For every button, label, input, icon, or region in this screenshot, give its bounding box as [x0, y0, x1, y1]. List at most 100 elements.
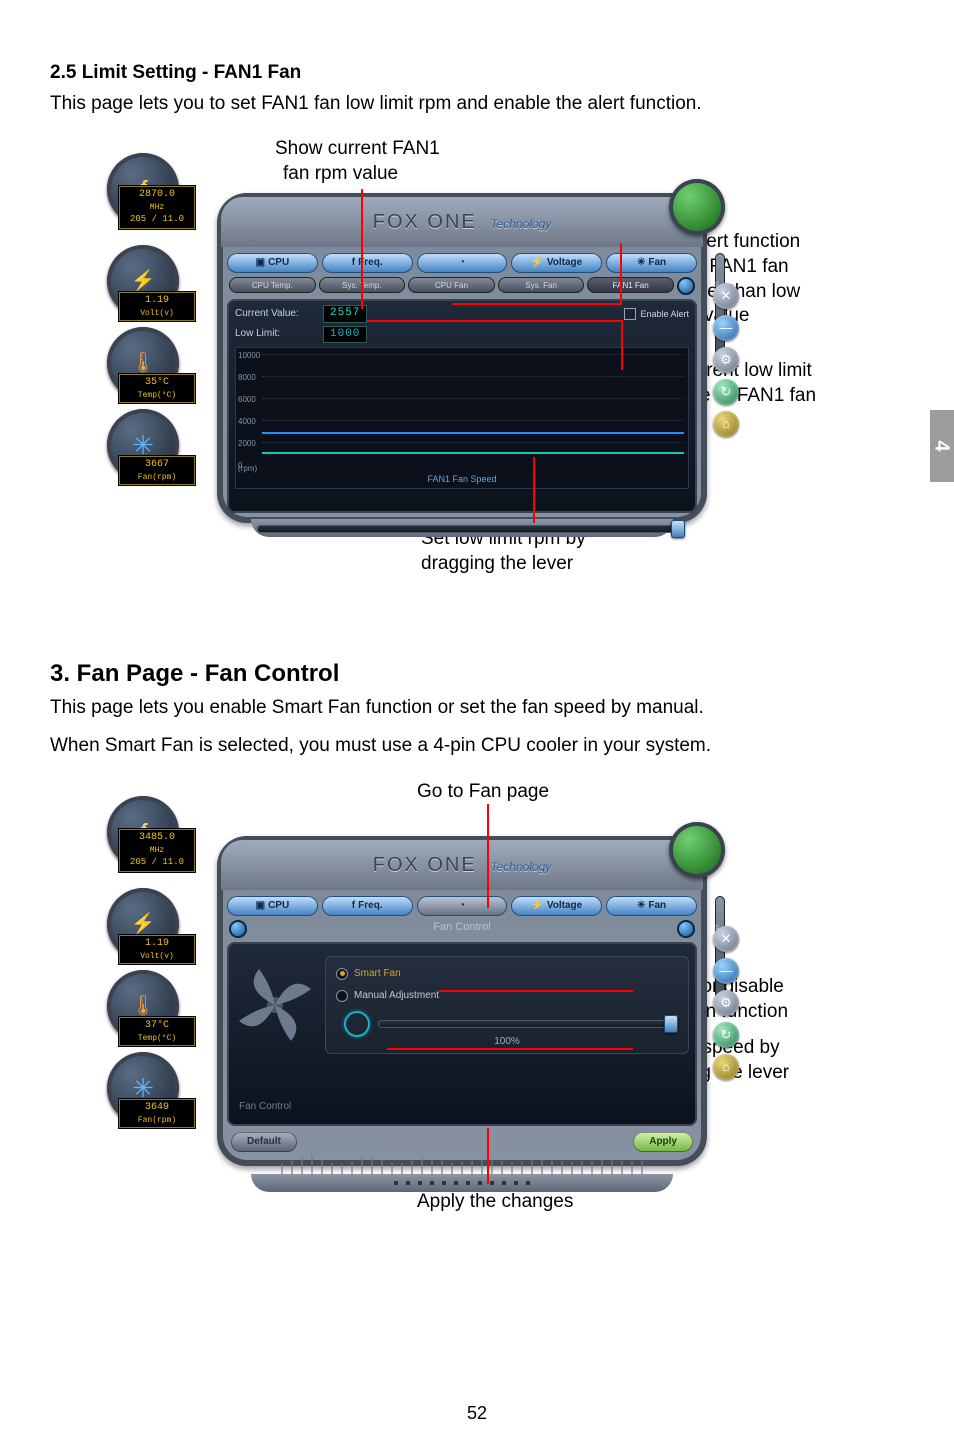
- dial-fan[interactable]: ✳ 3667 Fan(rpm): [107, 409, 187, 481]
- refresh-orb[interactable]: ↻: [713, 1022, 739, 1048]
- section-2-p1: This page lets you enable Smart Fan func…: [50, 695, 904, 722]
- subtab-cpu-temp[interactable]: CPU Temp.: [229, 277, 316, 293]
- minimize-orb[interactable]: —: [713, 315, 739, 341]
- home-orb[interactable]: ⌂: [713, 1054, 739, 1080]
- dial-freq-extra: 205 / 11.0: [130, 857, 184, 867]
- close-orb[interactable]: ✕: [713, 283, 739, 309]
- info-orb[interactable]: [677, 277, 695, 295]
- home-orb[interactable]: ⌂: [713, 411, 739, 437]
- subtab-sys-fan[interactable]: Sys. Fan: [498, 277, 585, 293]
- brand-logo: FOX ONE Technology: [373, 851, 552, 879]
- tab-freq[interactable]: fFreq.: [322, 253, 413, 273]
- orb-rail: ✕ — ⚙ ↻ ⌂: [709, 926, 743, 1080]
- dial-fan-value: 3649: [145, 1102, 169, 1113]
- globe-icon[interactable]: [669, 822, 725, 878]
- tab-freq-label: Freq.: [358, 899, 382, 913]
- fan-icon: ✳: [637, 256, 645, 270]
- y-unit: (rpm): [238, 463, 257, 474]
- subtab-cpu-fan[interactable]: CPU Fan: [408, 277, 495, 293]
- enable-alert-label: Enable Alert: [640, 308, 689, 321]
- globe-icon[interactable]: [669, 179, 725, 235]
- fan-box: Smart Fan Manual Adjustment: [235, 956, 689, 1054]
- dial-fan[interactable]: ✳ 3649 Fan(rpm): [107, 1052, 187, 1124]
- manual-fan-label: Manual Adjustment: [354, 989, 439, 1003]
- dial-volt[interactable]: ⚡ 1.19 Volt(v): [107, 245, 187, 317]
- leader-line: [533, 457, 535, 523]
- dot-strip: [251, 1174, 673, 1192]
- tab-freq[interactable]: fFreq.: [322, 896, 413, 916]
- thermometer-icon: 🌡: [130, 992, 155, 1020]
- slider-knob[interactable]: [664, 1015, 678, 1033]
- enable-alert[interactable]: Enable Alert: [624, 308, 689, 321]
- dial-volt-value: 1.19: [145, 295, 169, 306]
- dial-temp[interactable]: 🌡 37°C Temp(°C): [107, 970, 187, 1042]
- refresh-orb[interactable]: ↻: [713, 379, 739, 405]
- main-tab-row: ▣CPU fFreq. ◔ ⚡Voltage ✳Fan: [227, 896, 697, 916]
- side-dial-strip: f 2870.0 MHz 205 / 11.0 ⚡ 1.19 Volt(v) �: [107, 153, 217, 553]
- fan-speed-slider[interactable]: [378, 1020, 678, 1028]
- minimize-orb[interactable]: —: [713, 958, 739, 984]
- info-orb-left[interactable]: [229, 920, 247, 938]
- caption-apply: Apply the changes: [417, 1190, 573, 1215]
- leader-line: [452, 303, 622, 305]
- low-limit-label: Low Limit:: [235, 327, 315, 341]
- lowlimit-line: [262, 452, 684, 454]
- brand-text: FOX ONE: [373, 854, 477, 876]
- loop-icon: [344, 1011, 370, 1037]
- tab-limit[interactable]: ◔: [417, 896, 508, 916]
- home-icon: ⌂: [722, 1058, 730, 1076]
- tab-limit[interactable]: ◔: [417, 253, 508, 273]
- fan-blade-graphic: [235, 965, 315, 1045]
- refresh-icon: ↻: [721, 1026, 732, 1044]
- radio-icon[interactable]: [336, 990, 348, 1002]
- tab-fan[interactable]: ✳Fan: [606, 896, 697, 916]
- dial-temp-value: 37°C: [145, 1020, 169, 1031]
- dial-fan-value: 3667: [145, 459, 169, 470]
- tab-cpu[interactable]: ▣CPU: [227, 253, 318, 273]
- ytick: 2000: [238, 438, 256, 449]
- side-dial-strip: f 3485.0 MHz 205 / 11.0 ⚡ 1.19 Volt(v) �: [107, 796, 217, 1196]
- default-button[interactable]: Default: [231, 1132, 297, 1152]
- tab-fan-label: Fan: [648, 256, 666, 270]
- low-limit-value: 1000: [323, 326, 367, 343]
- dial-freq[interactable]: f 2870.0 MHz 205 / 11.0: [107, 153, 187, 225]
- device-panel-limit: f 2870.0 MHz 205 / 11.0 ⚡ 1.19 Volt(v) �: [217, 193, 707, 523]
- subtab-fan1[interactable]: FAN1 Fan: [587, 277, 674, 293]
- slider-knob[interactable]: [671, 520, 685, 538]
- dial-volt[interactable]: ⚡ 1.19 Volt(v): [107, 888, 187, 960]
- config-orb[interactable]: ⚙: [713, 990, 739, 1016]
- tab-voltage[interactable]: ⚡Voltage: [511, 253, 602, 273]
- section-2-title: 3. Fan Page - Fan Control: [50, 657, 904, 691]
- current-value-label: Current Value:: [235, 307, 315, 321]
- smart-fan-option[interactable]: Smart Fan: [336, 967, 678, 981]
- tab-voltage[interactable]: ⚡Voltage: [511, 896, 602, 916]
- dial-freq-unit: MHz: [122, 202, 192, 213]
- config-orb[interactable]: ⚙: [713, 347, 739, 373]
- brand-sub: Technology: [490, 217, 551, 231]
- info-orb-right[interactable]: [677, 920, 695, 938]
- radio-selected-icon[interactable]: [336, 968, 348, 980]
- tab-cpu-label: CPU: [268, 256, 289, 270]
- figure-fan-control: Go to Fan page Enable or disable smart f…: [57, 780, 897, 1280]
- apply-button[interactable]: Apply: [633, 1132, 693, 1152]
- checkbox-icon[interactable]: [624, 308, 636, 320]
- dial-freq-extra: 205 / 11.0: [130, 214, 184, 224]
- dial-freq[interactable]: f 3485.0 MHz 205 / 11.0: [107, 796, 187, 868]
- close-orb[interactable]: ✕: [713, 926, 739, 952]
- ytick: 6000: [238, 394, 256, 405]
- tab-cpu[interactable]: ▣CPU: [227, 896, 318, 916]
- fan-inner-panel: Smart Fan Manual Adjustment: [227, 942, 697, 1126]
- tab-voltage-label: Voltage: [547, 256, 582, 270]
- dial-fan-unit: Fan(rpm): [122, 472, 192, 483]
- ytick: 8000: [238, 372, 256, 383]
- close-icon: ✕: [721, 930, 732, 948]
- figure-limit-setting: Show current FAN1 fan rpm value Enable a…: [57, 137, 897, 627]
- low-limit-slider[interactable]: [257, 525, 685, 533]
- freq-icon: f: [352, 256, 355, 270]
- dial-temp[interactable]: 🌡 35°C Temp(°C): [107, 327, 187, 399]
- section-1-title: 2.5 Limit Setting - FAN1 Fan: [50, 60, 904, 87]
- fan-speed-percent: 100%: [326, 1035, 688, 1049]
- home-icon: ⌂: [722, 415, 730, 433]
- device-header: FOX ONE Technology: [221, 840, 703, 890]
- brand-sub: Technology: [490, 860, 551, 874]
